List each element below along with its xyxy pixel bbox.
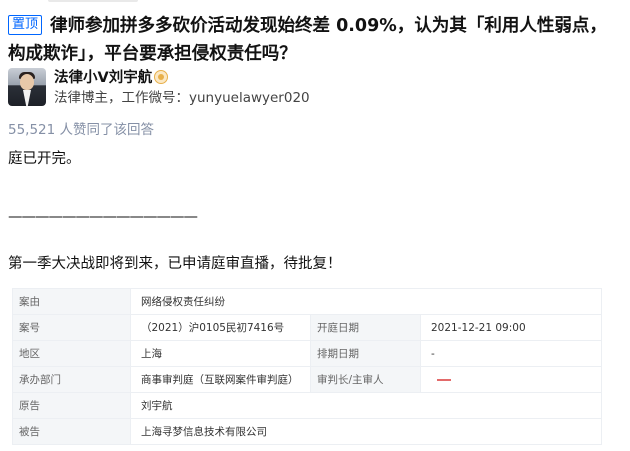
case-number-label: 案号 bbox=[12, 314, 131, 341]
table-row: 承办部门 商事审判庭（互联网案件审判庭） 审判长/主审人 bbox=[12, 366, 602, 393]
table-row: 被告 上海寻梦信息技术有限公司 bbox=[12, 418, 602, 445]
table-row: 原告 刘宇航 bbox=[12, 392, 602, 419]
avatar[interactable] bbox=[8, 68, 46, 106]
region-label: 地区 bbox=[12, 340, 131, 367]
pinned-tag: 置顶 bbox=[8, 15, 43, 35]
plaintiff-value: 刘宇航 bbox=[130, 392, 602, 419]
badge-icon bbox=[154, 70, 168, 84]
answer-divider: —————————————— bbox=[8, 209, 198, 225]
department-value: 商事审判庭（互联网案件审判庭） bbox=[130, 366, 311, 393]
defendant-value: 上海寻梦信息技术有限公司 bbox=[130, 418, 602, 445]
table-row: 案号 （2021）沪0105民初7416号 开庭日期 2021-12-21 09… bbox=[12, 314, 602, 341]
cause-label: 案由 bbox=[12, 288, 131, 315]
answer-paragraph: 庭已开完。 bbox=[8, 151, 81, 167]
schedule-date-label: 排期日期 bbox=[310, 340, 421, 367]
judge-value bbox=[420, 366, 602, 393]
cropped-header-remnant bbox=[48, 0, 138, 2]
author-bio: 法律博主，工作微号：yunyuelawyer020 bbox=[54, 90, 310, 106]
question-title[interactable]: 律师参加拼多多砍价活动发现始终差 0.09%，认为其「利用人性弱点，构成欺诈」，… bbox=[8, 16, 607, 64]
redaction-mark bbox=[437, 378, 451, 381]
open-date-label: 开庭日期 bbox=[310, 314, 421, 341]
judge-label: 审判长/主审人 bbox=[310, 366, 421, 393]
table-row: 地区 上海 排期日期 - bbox=[12, 340, 602, 367]
vote-count[interactable]: 55,521 人赞同了该回答 bbox=[8, 121, 154, 139]
answer-paragraph: 第一季大决战即将到来，已申请庭审直播，待批复！ bbox=[8, 256, 342, 272]
case-number-value: （2021）沪0105民初7416号 bbox=[130, 314, 311, 341]
plaintiff-label: 原告 bbox=[12, 392, 131, 419]
top-strip bbox=[0, 0, 630, 6]
department-label: 承办部门 bbox=[12, 366, 131, 393]
cause-value: 网络侵权责任纠纷 bbox=[130, 288, 602, 315]
table-row: 案由 网络侵权责任纠纷 bbox=[12, 288, 602, 315]
open-date-value: 2021-12-21 09:00 bbox=[420, 314, 602, 341]
region-value: 上海 bbox=[130, 340, 311, 367]
schedule-date-value: - bbox=[420, 340, 602, 367]
defendant-label: 被告 bbox=[12, 418, 131, 445]
author-card: 法律小V刘宇航 法律博主，工作微号：yunyuelawyer020 bbox=[8, 68, 408, 108]
case-info-table: 案由 网络侵权责任纠纷 案号 （2021）沪0105民初7416号 开庭日期 2… bbox=[12, 288, 602, 445]
author-name[interactable]: 法律小V刘宇航 bbox=[54, 68, 152, 88]
question-header: 置顶 律师参加拼多多砍价活动发现始终差 0.09%，认为其「利用人性弱点，构成欺诈… bbox=[8, 12, 620, 68]
